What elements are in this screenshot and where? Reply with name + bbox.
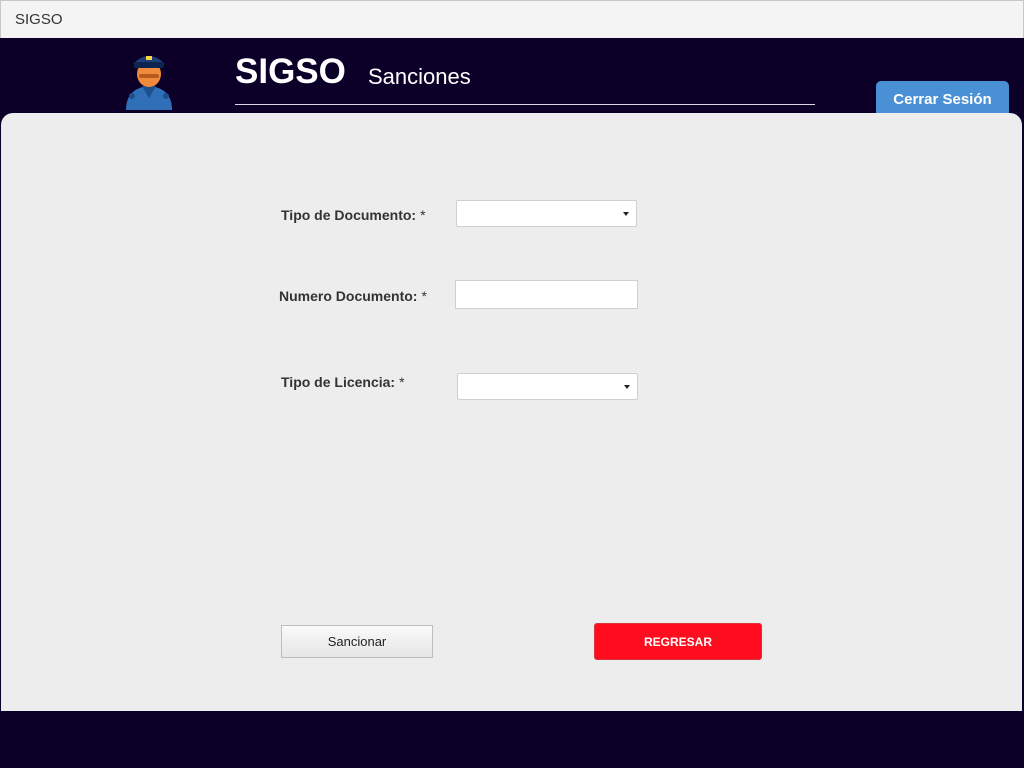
required-marker: *: [420, 207, 426, 223]
tipo-documento-label-text: Tipo de Documento:: [281, 207, 417, 223]
police-officer-icon: [126, 56, 172, 110]
regresar-button[interactable]: REGRESAR: [594, 623, 762, 660]
logout-button[interactable]: Cerrar Sesión: [876, 81, 1009, 117]
window-title: SIGSO: [15, 11, 63, 28]
app-header: SIGSO Sanciones Cerrar Sesión: [0, 38, 1024, 118]
numero-documento-input[interactable]: [455, 280, 638, 309]
tipo-documento-label: Tipo de Documento: *: [281, 207, 426, 223]
chevron-down-icon: [623, 212, 629, 216]
sancionar-button[interactable]: Sancionar: [281, 625, 433, 658]
tipo-licencia-select[interactable]: [457, 373, 638, 400]
app-title: SIGSO: [235, 52, 346, 91]
required-marker: *: [399, 374, 405, 390]
main-panel: Tipo de Documento: * Numero Documento: * T…: [1, 113, 1022, 711]
numero-documento-label: Numero Documento: *: [279, 288, 427, 304]
window-titlebar: SIGSO: [0, 0, 1024, 38]
tipo-licencia-label-text: Tipo de Licencia:: [281, 374, 396, 390]
chevron-down-icon: [624, 385, 630, 389]
app-footer: [0, 711, 1024, 768]
tipo-documento-select[interactable]: [456, 200, 637, 227]
required-marker: *: [421, 288, 427, 304]
section-title: Sanciones: [368, 64, 471, 89]
numero-documento-label-text: Numero Documento:: [279, 288, 418, 304]
header-divider: [235, 104, 815, 105]
tipo-licencia-label: Tipo de Licencia: *: [281, 374, 405, 390]
